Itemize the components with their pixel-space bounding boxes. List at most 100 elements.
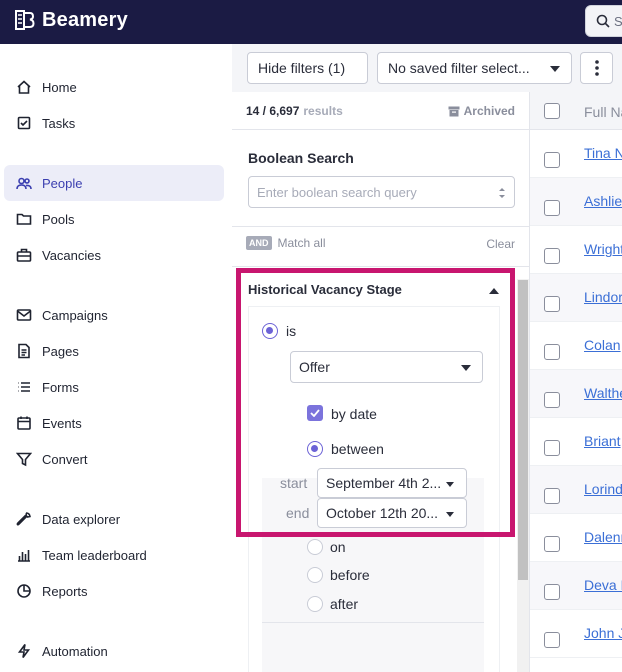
row-checkbox[interactable] — [544, 344, 560, 360]
sidebar-item-convert[interactable]: Convert — [4, 441, 224, 477]
table-row[interactable]: Tina N — [530, 130, 622, 178]
radio-between[interactable] — [307, 441, 323, 457]
sidebar-item-team-leaderboard[interactable]: Team leaderboard — [4, 537, 224, 573]
row-checkbox[interactable] — [544, 392, 560, 408]
column-header-full-name[interactable]: Full Na — [584, 104, 622, 120]
row-checkbox[interactable] — [544, 152, 560, 168]
sidebar: Home Tasks People Pools Vacancies Campai… — [0, 44, 232, 672]
boolean-search-placeholder: Enter boolean search query — [257, 184, 417, 200]
sidebar-item-automation[interactable]: Automation — [4, 633, 224, 669]
kebab-menu-icon — [594, 60, 599, 76]
sidebar-item-vacancies[interactable]: Vacancies — [4, 237, 224, 273]
more-options-button[interactable] — [580, 52, 613, 84]
sidebar-item-campaigns[interactable]: Campaigns — [4, 297, 224, 333]
row-checkbox[interactable] — [544, 536, 560, 552]
person-name-link[interactable]: Colan — [584, 337, 621, 353]
saved-filter-value: No saved filter select... — [388, 60, 530, 76]
global-search-placeholder: S — [614, 13, 622, 29]
match-all-toggle[interactable]: AND Match all — [246, 236, 326, 250]
sidebar-item-pools[interactable]: Pools — [4, 201, 224, 237]
row-checkbox[interactable] — [544, 248, 560, 264]
folder-icon — [16, 211, 32, 227]
person-name-link[interactable]: Ashlie — [584, 193, 622, 209]
beamery-logo-icon — [15, 10, 35, 30]
stage-select-value: Offer — [299, 359, 330, 375]
end-date-select[interactable]: October 12th 20... — [317, 498, 467, 528]
table-row[interactable]: Lorind — [530, 466, 622, 514]
chevron-up-icon[interactable] — [489, 288, 499, 294]
person-name-link[interactable]: John J — [584, 625, 622, 641]
sidebar-item-tasks[interactable]: Tasks — [4, 105, 224, 141]
radio-before[interactable] — [307, 567, 323, 583]
hide-filters-label: Hide filters (1) — [258, 60, 346, 76]
end-date-label: end — [286, 505, 310, 521]
radio-after[interactable] — [307, 596, 323, 612]
saved-filter-select[interactable]: No saved filter select... — [377, 52, 572, 84]
chevron-down-icon — [550, 66, 560, 72]
row-checkbox[interactable] — [544, 296, 560, 312]
sidebar-item-label: Campaigns — [42, 307, 108, 323]
sidebar-item-reports[interactable]: Reports — [4, 573, 224, 609]
sidebar-item-label: Home — [42, 79, 77, 95]
boolean-search-input[interactable]: Enter boolean search query — [248, 176, 515, 208]
table-row[interactable]: Walthe — [530, 370, 622, 418]
person-name-link[interactable]: Walthe — [584, 385, 622, 401]
row-checkbox[interactable] — [544, 200, 560, 216]
table-row[interactable]: Dalenn — [530, 514, 622, 562]
row-checkbox[interactable] — [544, 632, 560, 648]
person-name-link[interactable]: Lindor — [584, 289, 622, 305]
list-icon — [16, 379, 32, 395]
table-row[interactable]: Ashlie — [530, 178, 622, 226]
search-icon — [596, 14, 610, 28]
sidebar-item-label: Data explorer — [42, 511, 121, 527]
person-name-link[interactable]: Tina N — [584, 145, 622, 161]
brand-name: Beamery — [42, 8, 128, 31]
filter-panel: 14 / 6,697 results Archived Boolean Sear… — [232, 92, 530, 672]
sidebar-item-forms[interactable]: Forms — [4, 369, 224, 405]
by-date-checkbox[interactable] — [307, 405, 323, 421]
historical-vacancy-stage-title[interactable]: Historical Vacancy Stage — [248, 282, 402, 297]
sidebar-item-events[interactable]: Events — [4, 405, 224, 441]
sidebar-item-label: Pools — [42, 211, 75, 227]
row-checkbox[interactable] — [544, 488, 560, 504]
filter-scrollbar-thumb[interactable] — [518, 280, 528, 580]
sidebar-item-people[interactable]: People — [4, 165, 224, 201]
beamery-logo[interactable]: Beamery — [12, 8, 128, 32]
top-bar: Beamery S — [0, 0, 622, 44]
row-checkbox[interactable] — [544, 584, 560, 600]
table-row[interactable]: Briant — [530, 418, 622, 466]
person-name-link[interactable]: Lorind — [584, 481, 622, 497]
sidebar-item-label: Automation — [42, 643, 108, 659]
spinner-arrows-icon — [499, 188, 505, 198]
start-date-select[interactable]: September 4th 2... — [317, 468, 467, 498]
radio-on[interactable] — [307, 539, 323, 555]
sidebar-item-pages[interactable]: Pages — [4, 333, 224, 369]
row-checkbox[interactable] — [544, 440, 560, 456]
person-name-link[interactable]: Dalenn — [584, 529, 622, 545]
table-row[interactable]: Deva B — [530, 562, 622, 610]
person-name-link[interactable]: Briant — [584, 433, 621, 449]
sidebar-item-data-explorer[interactable]: Data explorer — [4, 501, 224, 537]
sidebar-item-label: Convert — [42, 451, 88, 467]
table-row[interactable]: Lindor — [530, 274, 622, 322]
radio-before-label: before — [330, 567, 370, 583]
chevron-down-icon — [461, 365, 471, 371]
table-row[interactable]: John J — [530, 610, 622, 658]
table-row[interactable]: Colan — [530, 322, 622, 370]
table-header: Full Na — [530, 92, 622, 130]
radio-is[interactable] — [262, 323, 278, 339]
clear-filters-link[interactable]: Clear — [486, 237, 515, 251]
person-name-link[interactable]: Deva B — [584, 577, 622, 593]
hide-filters-button[interactable]: Hide filters (1) — [247, 52, 368, 84]
stage-select[interactable]: Offer — [290, 351, 483, 383]
archived-toggle[interactable]: Archived — [448, 104, 515, 118]
start-date-value: September 4th 2... — [326, 475, 442, 491]
people-table: Full Na Tina N Ashlie Wright Lindor Cola… — [530, 92, 622, 672]
sidebar-item-label: Pages — [42, 343, 79, 359]
global-search[interactable]: S — [585, 5, 622, 37]
sidebar-item-home[interactable]: Home — [4, 69, 224, 105]
sidebar-item-label: People — [42, 175, 83, 191]
person-name-link[interactable]: Wright — [584, 241, 622, 257]
select-all-checkbox[interactable] — [544, 103, 560, 119]
table-row[interactable]: Wright — [530, 226, 622, 274]
